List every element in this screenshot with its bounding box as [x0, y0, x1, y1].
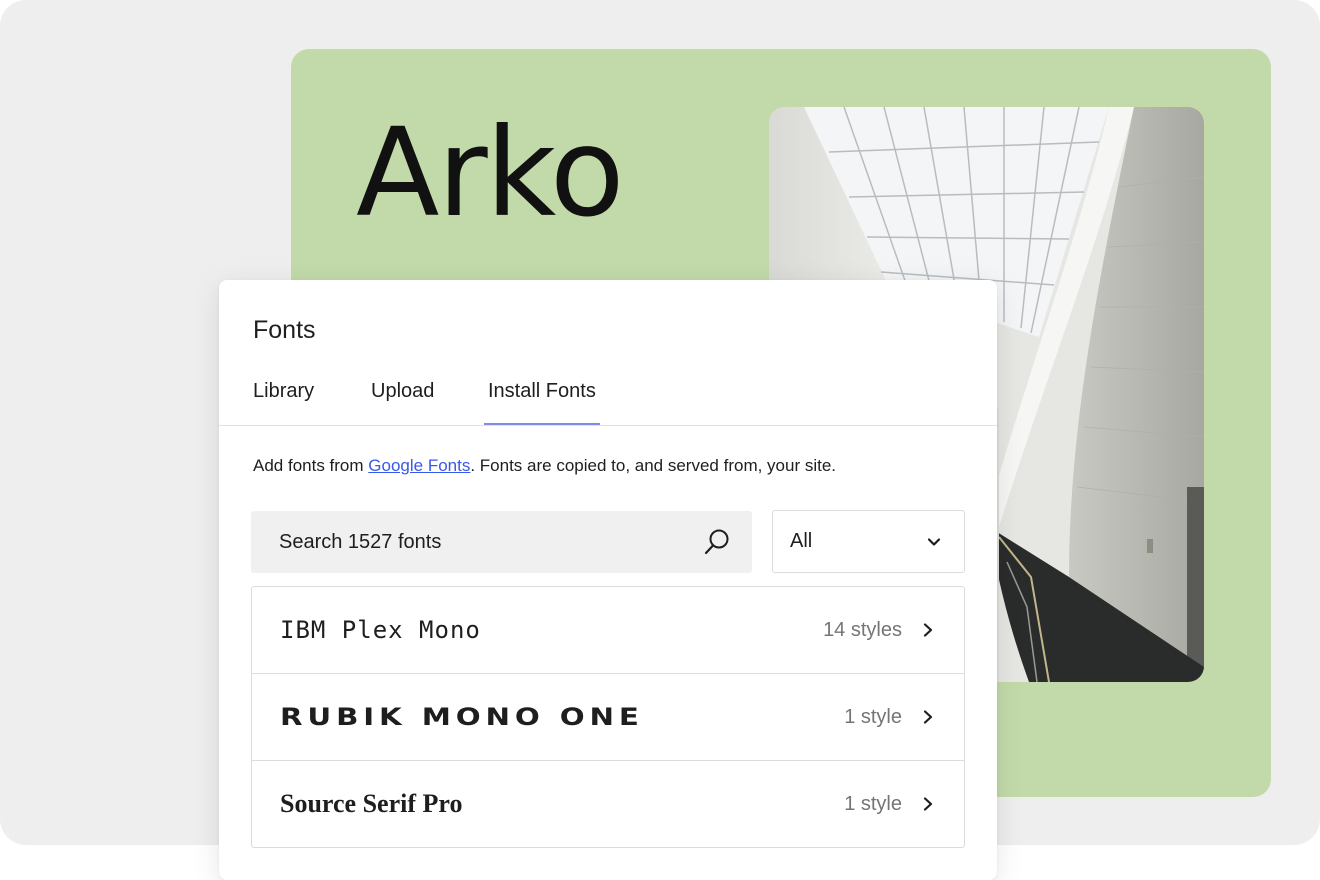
tab-library[interactable]: Library [253, 368, 314, 423]
dialog-title: Fonts [253, 316, 316, 344]
font-name: IBM Plex Mono [280, 616, 481, 644]
font-list-item[interactable]: RUBIK MONO ONE 1 style [252, 674, 964, 761]
google-fonts-link[interactable]: Google Fonts [368, 456, 470, 475]
font-name: RUBIK MONO ONE [280, 703, 644, 731]
tab-bar: Library Upload Install Fonts [219, 368, 997, 426]
font-style-count: 1 style [844, 705, 902, 728]
fonts-dialog: Fonts Library Upload Install Fonts Add f… [219, 280, 997, 880]
description-prefix: Add fonts from [253, 456, 369, 475]
tab-upload[interactable]: Upload [371, 368, 434, 423]
chevron-right-icon [923, 710, 933, 724]
chevron-right-icon [923, 797, 933, 811]
font-style-count: 1 style [844, 792, 902, 815]
tab-install-fonts[interactable]: Install Fonts [484, 368, 600, 425]
font-preview-title: Arko [356, 102, 625, 244]
font-style-count: 14 styles [823, 618, 902, 641]
install-description: Add fonts from Google Fonts. Fonts are c… [253, 456, 836, 476]
font-name: Source Serif Pro [280, 789, 463, 818]
search-icon[interactable] [703, 528, 731, 556]
font-list: IBM Plex Mono 14 styles RUBIK MONO ONE 1… [251, 586, 965, 848]
chevron-right-icon [923, 623, 933, 637]
category-select-value: All [790, 530, 813, 552]
font-list-item[interactable]: Source Serif Pro 1 style [252, 761, 964, 847]
search-input[interactable] [251, 511, 691, 573]
description-suffix: . Fonts are copied to, and served from, … [470, 456, 837, 475]
search-box [251, 511, 752, 573]
chevron-down-icon [927, 538, 941, 546]
font-list-item[interactable]: IBM Plex Mono 14 styles [252, 587, 964, 674]
category-select[interactable]: All [772, 510, 965, 573]
